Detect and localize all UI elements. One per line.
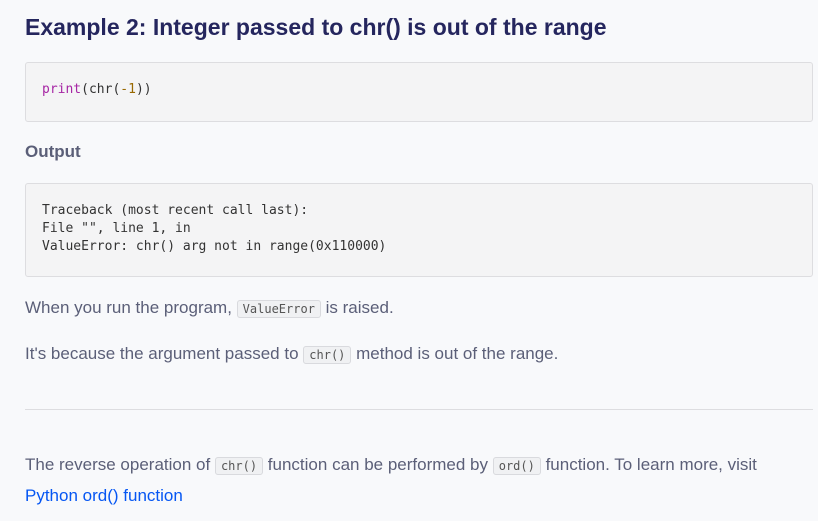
text: The reverse operation of bbox=[25, 455, 215, 474]
code-open: (chr( bbox=[81, 82, 121, 97]
text: method is out of the range. bbox=[351, 344, 559, 363]
divider bbox=[25, 409, 813, 410]
inline-code: chr() bbox=[214, 457, 264, 475]
inline-code: chr() bbox=[303, 346, 352, 364]
paragraph-1: When you run the program, ValueError is … bbox=[25, 293, 795, 324]
text: function can be performed by bbox=[263, 455, 493, 474]
code-block: print(chr(-1)) bbox=[25, 62, 813, 122]
output-label: Output bbox=[25, 142, 81, 161]
code-close: )) bbox=[135, 82, 152, 97]
paragraph-2: It's because the argument passed to chr(… bbox=[25, 339, 795, 370]
inline-code: ord() bbox=[492, 457, 541, 475]
paragraph-3: The reverse operation of chr() function … bbox=[25, 450, 795, 511]
ord-function-link[interactable]: Python ord() function bbox=[25, 486, 183, 505]
page-title: Example 2: Integer passed to chr() is ou… bbox=[25, 14, 607, 40]
text: is raised. bbox=[320, 298, 394, 317]
text: It's because the argument passed to bbox=[25, 344, 304, 363]
inline-code: ValueError bbox=[236, 300, 321, 318]
code-num: -1 bbox=[120, 82, 136, 97]
output-text: Traceback (most recent call last): File … bbox=[42, 203, 387, 254]
output-block: Traceback (most recent call last): File … bbox=[25, 183, 813, 277]
text: function. To learn more, visit bbox=[540, 455, 757, 474]
code-fn: print bbox=[42, 82, 82, 97]
text: When you run the program, bbox=[25, 298, 237, 317]
